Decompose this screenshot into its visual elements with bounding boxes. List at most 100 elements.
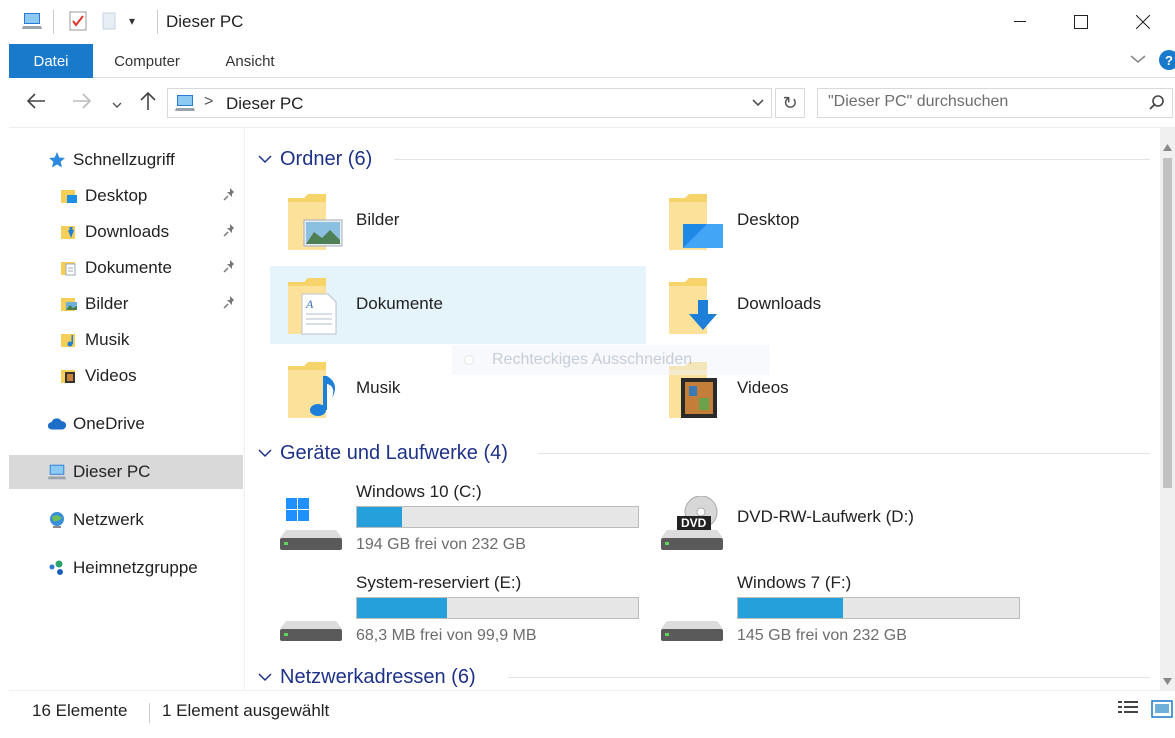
- sidebar-item-label: Musik: [85, 330, 130, 349]
- tab-datei[interactable]: Datei: [9, 44, 93, 78]
- sidebar-item-musik[interactable]: Musik: [9, 323, 243, 357]
- sidebar-item-desktop[interactable]: Desktop: [9, 179, 243, 213]
- folder-downloads[interactable]: Downloads: [651, 266, 1027, 344]
- item-count: 16 Elemente: [32, 701, 128, 720]
- sidebar-item-label: Videos: [85, 366, 137, 385]
- folder-label: Videos: [737, 378, 789, 397]
- drive-name: DVD-RW-Laufwerk (D:): [737, 507, 914, 526]
- drive-f[interactable]: Windows 7 (F:) 145 GB frei von 232 GB: [653, 573, 1029, 663]
- pin-icon[interactable]: [223, 187, 237, 204]
- minimize-button[interactable]: [997, 0, 1043, 44]
- sidebar-item-dokumente[interactable]: Dokumente: [9, 251, 243, 285]
- search-input[interactable]: [828, 93, 1128, 111]
- section-title: Ordner (6): [280, 147, 373, 170]
- search-icon[interactable]: [1148, 94, 1166, 117]
- sidebar-item-network[interactable]: Netzwerk: [9, 503, 243, 537]
- chevron-down-icon[interactable]: [258, 151, 280, 167]
- chevron-down-icon[interactable]: [258, 669, 280, 685]
- downloads-folder-icon: [667, 274, 727, 336]
- folder-dokumente[interactable]: A Dokumente: [270, 266, 646, 344]
- scroll-down-icon[interactable]: [1163, 672, 1172, 690]
- ghost-text: Rechteckiges Ausschneiden: [492, 351, 693, 368]
- sidebar-item-label: Dokumente: [85, 258, 172, 277]
- hard-drive-icon: [659, 587, 729, 643]
- desktop-folder-icon: [667, 190, 727, 252]
- address-bar[interactable]: > Dieser PC: [167, 88, 772, 118]
- drive-name: Windows 7 (F:): [737, 573, 852, 592]
- chevron-down-icon[interactable]: [258, 445, 280, 461]
- drive-c[interactable]: Windows 10 (C:) 194 GB frei von 232 GB: [272, 482, 648, 572]
- maximize-button[interactable]: [1058, 0, 1104, 44]
- dvd-label: DVD: [681, 516, 707, 530]
- recent-locations-button[interactable]: [111, 94, 123, 117]
- drive-usage-bar: [737, 597, 1020, 619]
- this-pc-icon[interactable]: [21, 10, 43, 37]
- folder-label: Bilder: [356, 210, 400, 229]
- this-pc-icon: [47, 462, 67, 482]
- pictures-folder-icon: [59, 294, 79, 314]
- documents-folder-icon: [59, 258, 79, 278]
- tab-ansicht[interactable]: Ansicht: [213, 44, 287, 78]
- tab-computer[interactable]: Computer: [105, 44, 189, 78]
- svg-text:A: A: [305, 297, 314, 311]
- folder-bilder[interactable]: Bilder: [270, 182, 646, 260]
- pin-icon[interactable]: [223, 223, 237, 240]
- properties-icon[interactable]: [67, 10, 89, 37]
- folder-label: Dokumente: [356, 294, 443, 313]
- windows-drive-icon: [278, 496, 348, 552]
- address-dropdown-icon[interactable]: [751, 96, 765, 115]
- breadcrumb-dieser-pc[interactable]: Dieser PC: [226, 94, 303, 114]
- drive-usage-fill: [357, 507, 402, 527]
- sidebar-item-this-pc[interactable]: Dieser PC: [9, 455, 243, 489]
- music-folder-icon: [59, 330, 79, 350]
- sidebar-item-bilder[interactable]: Bilder: [9, 287, 243, 321]
- pin-icon[interactable]: [223, 295, 237, 312]
- title-bar: ▾ Dieser PC: [9, 0, 1175, 44]
- customize-toolbar-icon[interactable]: ▾: [129, 14, 135, 28]
- content-area: Ordner (6) Bilder Desktop A Dokumente Do…: [246, 128, 1160, 690]
- section-header-devices[interactable]: Geräte und Laufwerke (4): [258, 439, 508, 467]
- drive-name: Windows 10 (C:): [356, 482, 482, 501]
- close-button[interactable]: [1120, 0, 1166, 44]
- scrollbar-thumb[interactable]: [1163, 158, 1172, 488]
- drive-info: 145 GB frei von 232 GB: [737, 627, 907, 644]
- sidebar-item-downloads[interactable]: Downloads: [9, 215, 243, 249]
- search-box[interactable]: [817, 88, 1173, 118]
- ghost-overlay: Rechteckiges Ausschneiden: [452, 345, 770, 375]
- drive-usage-fill: [738, 598, 844, 618]
- sidebar-item-label: OneDrive: [73, 414, 145, 433]
- drive-info: 194 GB frei von 232 GB: [356, 536, 526, 553]
- sidebar-item-videos[interactable]: Videos: [9, 359, 243, 393]
- refresh-button[interactable]: ↻: [775, 88, 805, 118]
- selection-count: 1 Element ausgewählt: [162, 701, 330, 720]
- section-header-folders[interactable]: Ordner (6): [258, 145, 372, 173]
- details-view-icon[interactable]: [1117, 699, 1139, 724]
- up-button[interactable]: [137, 90, 159, 118]
- drive-e[interactable]: System-reserviert (E:) 68,3 MB frei von …: [272, 573, 648, 663]
- forward-button[interactable]: [71, 90, 93, 118]
- section-title: Geräte und Laufwerke (4): [280, 441, 508, 464]
- scroll-up-icon[interactable]: [1163, 138, 1172, 156]
- help-icon[interactable]: ?: [1159, 50, 1175, 70]
- sidebar-item-label: Downloads: [85, 222, 170, 241]
- sidebar-item-label: Netzwerk: [73, 510, 144, 529]
- vertical-scrollbar[interactable]: [1160, 128, 1175, 690]
- documents-folder-icon: A: [286, 274, 346, 336]
- sidebar-item-onedrive[interactable]: OneDrive: [9, 407, 243, 441]
- sidebar-item-quick-access[interactable]: Schnellzugriff: [9, 143, 243, 177]
- new-folder-icon[interactable]: [101, 10, 119, 37]
- folder-desktop[interactable]: Desktop: [651, 182, 1027, 260]
- network-icon: [47, 510, 67, 530]
- drive-d[interactable]: DVD DVD-RW-Laufwerk (D:): [653, 482, 1029, 572]
- folder-label: Desktop: [737, 210, 800, 229]
- sidebar-item-homegroup[interactable]: Heimnetzgruppe: [9, 551, 243, 585]
- expand-ribbon-icon[interactable]: [1129, 50, 1147, 73]
- folder-label: Downloads: [737, 294, 822, 313]
- pin-icon[interactable]: [223, 259, 237, 276]
- section-header-network-locations[interactable]: Netzwerkadressen (6): [258, 663, 476, 690]
- drive-name: System-reserviert (E:): [356, 573, 522, 592]
- breadcrumb-separator[interactable]: >: [204, 93, 213, 111]
- back-button[interactable]: [25, 90, 47, 118]
- homegroup-icon: [47, 558, 67, 578]
- large-icons-view-icon[interactable]: [1151, 699, 1173, 724]
